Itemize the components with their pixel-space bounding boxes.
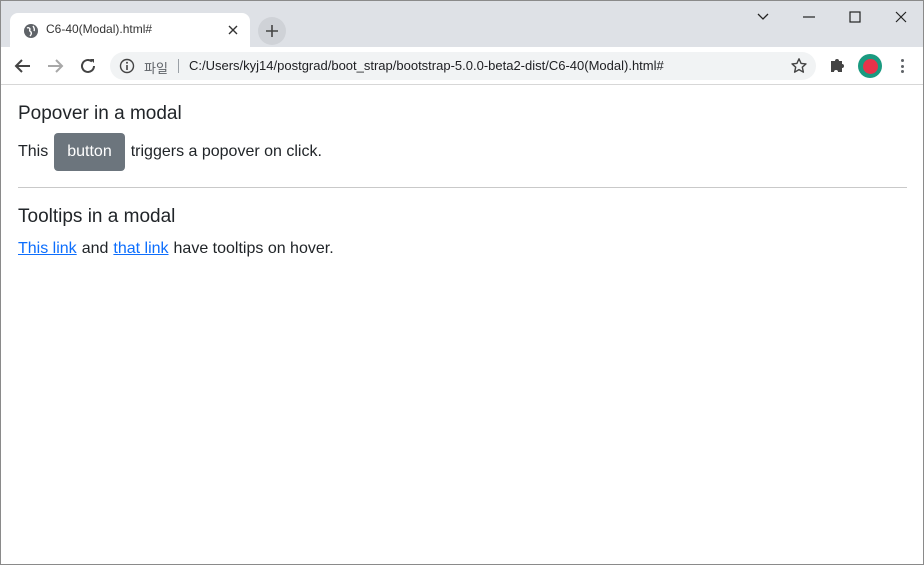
profile-avatar-inner xyxy=(862,58,878,74)
forward-arrow-icon[interactable] xyxy=(43,54,67,78)
browser-window: C6-40(Modal).html# 파일 C:/Users/kyj14/pos… xyxy=(0,0,924,565)
window-close-icon[interactable] xyxy=(889,7,913,27)
address-bar[interactable]: 파일 C:/Users/kyj14/postgrad/boot_strap/bo… xyxy=(110,52,816,80)
tooltips-paragraph: This link and that link have tooltips on… xyxy=(18,238,334,260)
chevron-down-icon[interactable] xyxy=(751,7,775,27)
address-divider xyxy=(178,59,179,73)
and-text: and xyxy=(81,240,109,257)
minimize-icon[interactable] xyxy=(797,7,821,27)
popover-suffix: triggers a popover on click. xyxy=(130,143,322,160)
tooltip-suffix: have tooltips on hover. xyxy=(173,240,334,257)
popover-heading: Popover in a modal xyxy=(18,103,182,124)
back-arrow-icon[interactable] xyxy=(11,54,35,78)
profile-avatar[interactable] xyxy=(858,54,882,78)
popover-button[interactable]: button xyxy=(54,133,125,171)
page-content: Popover in a modal This button triggers … xyxy=(1,86,923,564)
tooltips-heading: Tooltips in a modal xyxy=(18,206,176,227)
maximize-icon[interactable] xyxy=(843,7,867,27)
popover-prefix: This xyxy=(18,143,49,160)
this-link[interactable]: This link xyxy=(18,240,77,258)
that-link[interactable]: that link xyxy=(113,240,168,258)
globe-icon xyxy=(24,24,38,38)
plus-icon[interactable] xyxy=(258,17,286,45)
popover-paragraph: This button triggers a popover on click. xyxy=(18,132,322,172)
url-text[interactable]: C:/Users/kyj14/postgrad/boot_strap/boots… xyxy=(189,58,664,73)
info-icon[interactable] xyxy=(119,58,135,74)
file-label: 파일 xyxy=(144,61,168,76)
star-icon[interactable] xyxy=(790,57,808,75)
puzzle-icon[interactable] xyxy=(828,55,848,75)
browser-toolbar: 파일 C:/Users/kyj14/postgrad/boot_strap/bo… xyxy=(1,47,923,85)
close-icon[interactable] xyxy=(224,21,242,39)
section-divider xyxy=(18,187,907,188)
reload-icon[interactable] xyxy=(76,54,100,78)
browser-tab[interactable]: C6-40(Modal).html# xyxy=(10,13,250,47)
tab-title: C6-40(Modal).html# xyxy=(46,22,153,36)
tab-strip: C6-40(Modal).html# xyxy=(1,1,923,47)
kebab-menu-icon[interactable] xyxy=(894,56,910,76)
